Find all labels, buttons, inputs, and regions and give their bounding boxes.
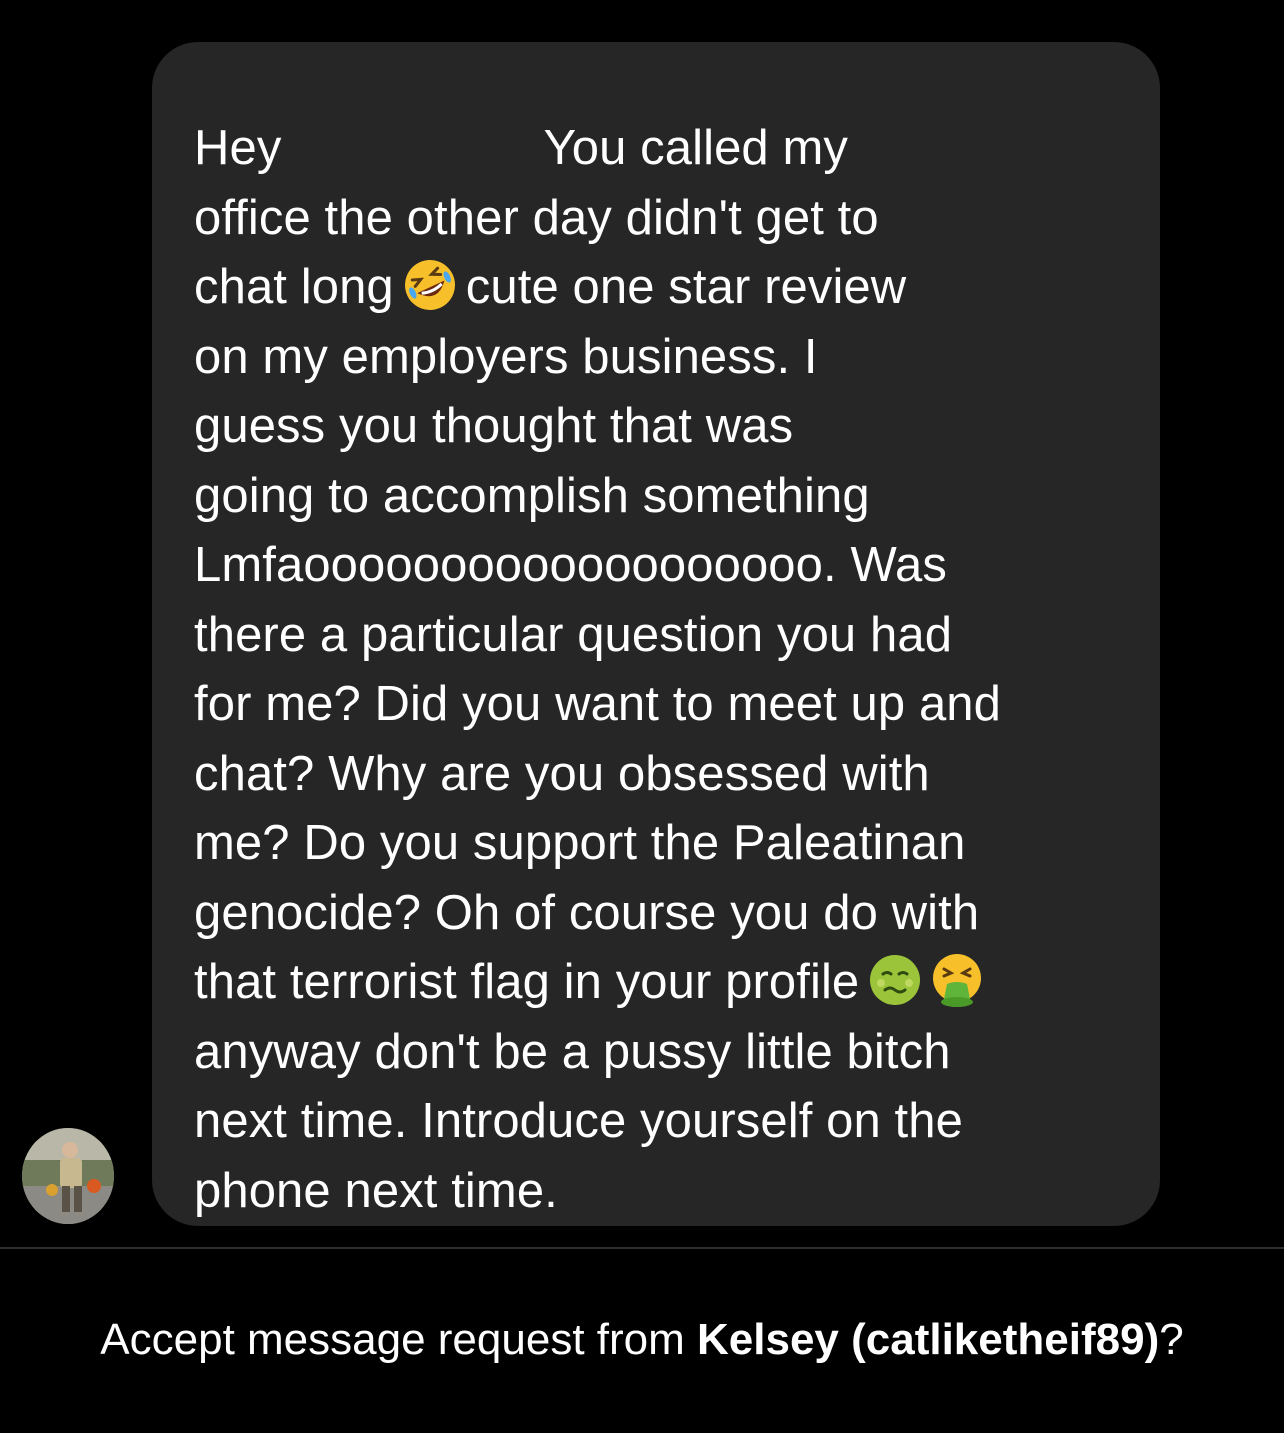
face-vomiting-emoji-icon bbox=[933, 954, 982, 1007]
nauseated-face-emoji-icon bbox=[870, 955, 921, 1005]
message-line: next time. Introduce yourself on the bbox=[194, 1094, 963, 1148]
message-line: me? Do you support the Paleatinan bbox=[194, 816, 966, 870]
message-line: there a particular question you had bbox=[194, 607, 953, 662]
message-line: anyway don't be a pussy little bitch bbox=[194, 1024, 951, 1079]
request-prefix-text: Accept message request from bbox=[100, 1315, 685, 1364]
message-thread: Hey You called my office the other day di… bbox=[0, 0, 1284, 1246]
message-line: guess you thought that was bbox=[194, 399, 794, 453]
divider bbox=[0, 1247, 1284, 1249]
message-text: that terrorist flag in your profile bbox=[194, 955, 860, 1009]
message-text: You called my bbox=[543, 121, 849, 175]
message-text: Hey bbox=[194, 121, 282, 175]
message-line: that terrorist flag in your profile bbox=[194, 948, 1120, 1018]
message-line: for me? Did you want to meet up and bbox=[194, 677, 1001, 731]
message-line: Lmfaooooooooooooooooooo. Was bbox=[194, 538, 947, 592]
message-line: going to accomplish something bbox=[194, 468, 870, 523]
message-request-prompt: Accept message request from Kelsey (catl… bbox=[0, 1312, 1284, 1368]
message-text: chat long bbox=[194, 260, 394, 314]
message-line: chat long cute one star review bbox=[194, 253, 1120, 323]
message-line: on my employers business. I bbox=[194, 329, 818, 384]
message-line: phone next time. bbox=[194, 1163, 558, 1218]
message-line: Hey You called my bbox=[194, 114, 1120, 184]
message-bubble[interactable]: Hey You called my office the other day di… bbox=[152, 42, 1160, 1226]
rolling-on-floor-laughing-emoji-icon bbox=[404, 260, 455, 310]
message-line: genocide? Oh of course you do with bbox=[194, 885, 980, 940]
avatar-photo-icon bbox=[22, 1128, 114, 1224]
message-text: cute one star review bbox=[465, 260, 907, 314]
request-suffix-text: ? bbox=[1159, 1315, 1184, 1364]
message-line: office the other day didn't get to bbox=[194, 190, 879, 245]
avatar[interactable] bbox=[22, 1128, 114, 1224]
message-line: chat? Why are you obsessed with bbox=[194, 746, 930, 801]
sender-name[interactable]: Kelsey (catliketheif89) bbox=[697, 1315, 1159, 1364]
